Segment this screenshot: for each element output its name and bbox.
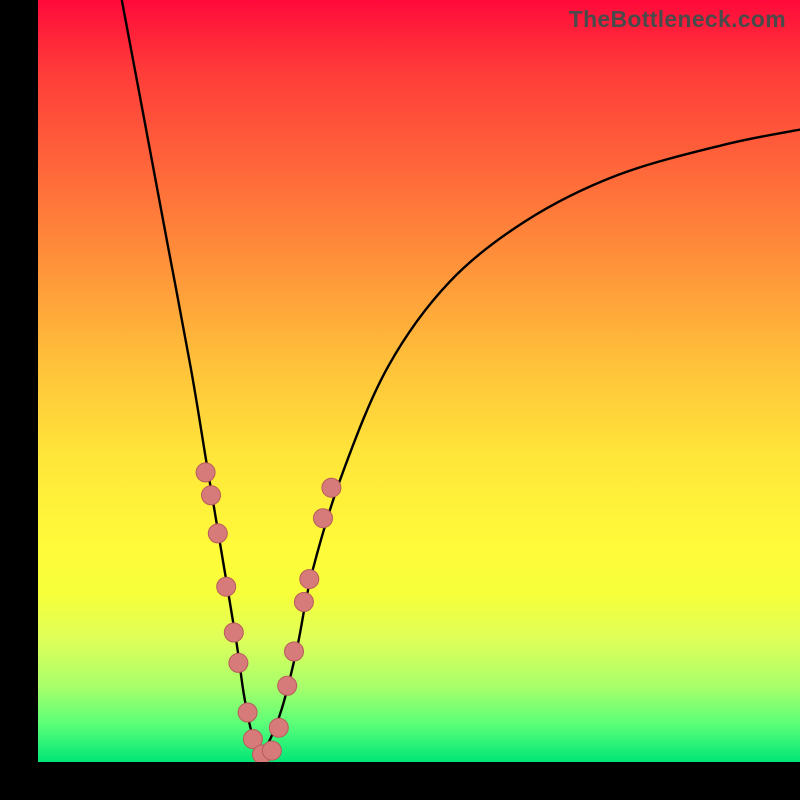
bottleneck-curve — [122, 0, 800, 755]
data-marker — [322, 478, 341, 497]
data-marker — [294, 593, 313, 612]
data-marker — [208, 524, 227, 543]
data-marker — [202, 486, 221, 505]
data-marker — [269, 718, 288, 737]
data-marker — [262, 741, 281, 760]
data-marker — [278, 676, 297, 695]
marker-group — [196, 463, 341, 762]
data-marker — [300, 570, 319, 589]
data-marker — [285, 642, 304, 661]
data-marker — [314, 509, 333, 528]
plot-area: TheBottleneck.com — [38, 0, 800, 762]
data-marker — [224, 623, 243, 642]
chart-frame: TheBottleneck.com — [0, 0, 800, 800]
data-marker — [238, 703, 257, 722]
data-marker — [229, 653, 248, 672]
data-marker — [217, 577, 236, 596]
chart-svg — [38, 0, 800, 762]
data-marker — [196, 463, 215, 482]
